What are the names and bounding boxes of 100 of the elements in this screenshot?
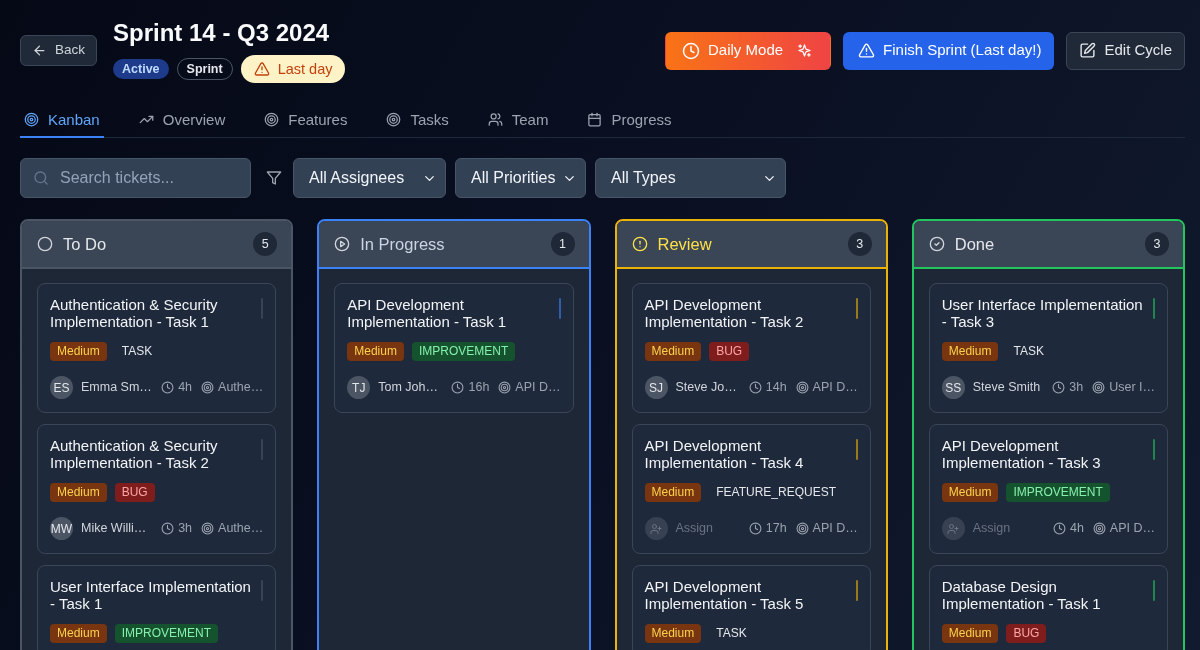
type-label: TASK (1012, 343, 1045, 360)
users-icon (487, 112, 503, 127)
assignee-name: Tom Joh… (378, 379, 438, 397)
clock-icon (748, 381, 762, 394)
accent-bar (1153, 298, 1155, 319)
estimate-text: 3h (178, 520, 193, 538)
clock-icon (748, 522, 762, 535)
accent-bar (558, 298, 561, 319)
back-button[interactable]: Back (20, 35, 97, 66)
feature-name: API D… (812, 520, 858, 538)
type-tag: BUG (709, 342, 750, 361)
column-title: Review (657, 233, 713, 255)
task-card[interactable]: User Interface Implementation - Task 3 Medium TASK SS Steve Smith 3h User I… (928, 283, 1168, 413)
type-label: TASK (715, 625, 748, 642)
task-card[interactable]: User Interface Implementation - Task 1 Medium IMPROVEMENT (37, 565, 277, 650)
feature-name: Authe… (218, 520, 264, 538)
task-card[interactable]: Database Design Implementation - Task 1 Medium BUG (928, 565, 1168, 650)
feature-name: User I… (1109, 379, 1155, 397)
feature-name: Authe… (218, 379, 264, 397)
warning-icon (253, 61, 270, 77)
assignee-name: Steve Jo… (675, 379, 737, 397)
edit-icon (1079, 42, 1097, 59)
circle-icon (37, 236, 53, 252)
estimate-text: 17h (765, 520, 787, 538)
tab[interactable]: Features (260, 101, 352, 138)
target-icon (795, 381, 809, 394)
task-card[interactable]: API Development Implementation - Task 2 Medium BUG SJ Steve Jo… 14h API D… (631, 283, 871, 413)
task-title: API Development Implementation - Task 3 (941, 437, 1102, 471)
task-title: API Development Implementation - Task 4 (644, 437, 805, 471)
warning-icon (858, 42, 876, 59)
target-icon (201, 522, 215, 535)
estimate-text: 4h (178, 379, 193, 397)
target-icon (24, 112, 39, 127)
type-label: FEATURE_REQUEST (715, 484, 837, 501)
filter-dropdown[interactable]: All Priorities (455, 158, 586, 198)
search-icon (33, 170, 49, 186)
task-card[interactable]: API Development Implementation - Task 4 Medium FEATURE_REQUEST Assign 17h API D… (631, 424, 871, 554)
type-tag: IMPROVEMENT (114, 624, 219, 643)
search-field[interactable]: Search tickets... (20, 158, 251, 198)
filter-dropdown[interactable]: All Types (595, 158, 786, 198)
clock-icon (1052, 381, 1066, 394)
avatar: SJ (644, 376, 668, 399)
accent-bar (1153, 580, 1155, 601)
estimate-text: 4h (1069, 520, 1084, 538)
feature-name: API D… (1109, 520, 1155, 538)
count-badge: 3 (1145, 232, 1169, 256)
task-title: Authentication & Security Implementation - Task 2 (50, 437, 219, 471)
estimate-text: 14h (765, 379, 787, 397)
accent-bar (855, 439, 858, 460)
avatar: ES (50, 376, 73, 399)
priority-tag: Medium (941, 624, 999, 643)
tab[interactable]: Kanban (20, 101, 104, 138)
task-card[interactable]: API Development Implementation - Task 1 Medium IMPROVEMENT TJ Tom Joh… 16h API D… (334, 283, 574, 413)
type-tag: IMPROVEMENT (1006, 483, 1110, 502)
type-tag: BUG (114, 483, 155, 502)
accent-bar (1153, 439, 1155, 460)
accent-bar (855, 580, 858, 601)
avatar: SS (941, 376, 965, 399)
clock-icon (682, 41, 701, 60)
status-badge: Active (113, 58, 169, 80)
accent-bar (855, 298, 858, 319)
edit-cycle-button[interactable]: Edit Cycle (1066, 31, 1185, 70)
alert-circle-icon (631, 236, 648, 252)
task-title: API Development Implementation - Task 1 (347, 296, 508, 330)
type-label: TASK (120, 343, 154, 360)
type-tag: IMPROVEMENT (411, 342, 516, 361)
assignee-name: Mike Willi… (81, 520, 147, 538)
task-card[interactable]: API Development Implementation - Task 3 Medium IMPROVEMENT Assign 4h API D… (928, 424, 1168, 554)
finish-sprint-button[interactable]: Finish Sprint (Last day!) (843, 31, 1055, 70)
task-card[interactable]: Authentication & Security Implementation - Task 2 Medium BUG MW Mike Willi… 3h Authe… (37, 424, 277, 554)
sparkles-icon (797, 43, 813, 58)
task-title: API Development Implementation - Task 5 (644, 578, 805, 612)
task-card[interactable]: API Development Implementation - Task 5 Medium TASK (631, 565, 871, 650)
clock-icon (451, 381, 465, 394)
tab[interactable]: Progress (583, 101, 676, 138)
estimate-text: 16h (468, 379, 490, 397)
tab[interactable]: Team (483, 101, 553, 138)
avatar: MW (50, 517, 73, 540)
target-icon (498, 381, 512, 394)
filter-dropdown[interactable]: All Assignees (293, 158, 446, 198)
count-badge: 5 (253, 232, 278, 256)
task-title: Authentication & Security Implementation - Task 1 (50, 296, 219, 330)
tab[interactable]: Overview (134, 101, 230, 138)
tab[interactable]: Tasks (382, 101, 453, 138)
priority-tag: Medium (50, 624, 107, 643)
column-title: To Do (63, 233, 108, 255)
target-icon (1092, 381, 1106, 394)
estimate-text: 3h (1069, 379, 1084, 397)
column-title: Done (954, 233, 996, 255)
task-card[interactable]: Authentication & Security Implementation - Task 1 Medium TASK ES Emma Sm… 4h Authe… (37, 283, 277, 413)
target-icon (1092, 522, 1106, 535)
priority-tag: Medium (347, 342, 404, 361)
filter-icon (266, 170, 282, 186)
task-title: API Development Implementation - Task 2 (644, 296, 805, 330)
column-title: In Progress (360, 233, 446, 255)
task-title: User Interface Implementation - Task 1 (50, 578, 252, 612)
user-plus-icon (941, 517, 965, 540)
clock-icon (1052, 522, 1066, 535)
warning-text: Last day (277, 61, 333, 77)
calendar-icon (587, 112, 603, 127)
